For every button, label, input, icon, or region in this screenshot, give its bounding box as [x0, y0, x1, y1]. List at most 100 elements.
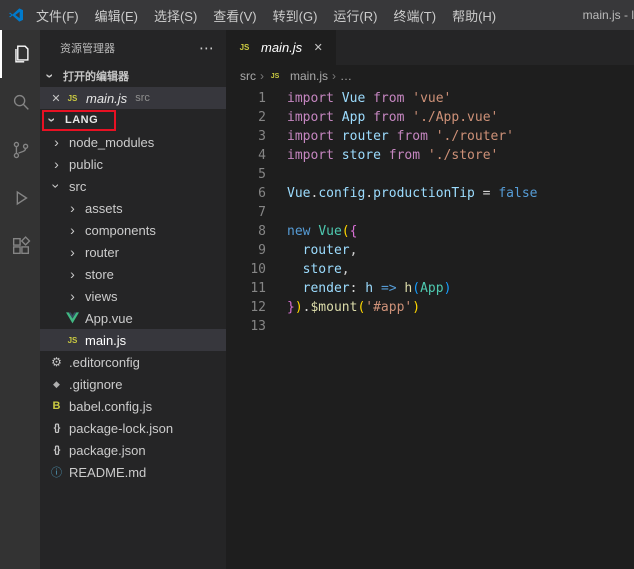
code-line-5[interactable]: 5: [226, 165, 634, 184]
json-icon: {}: [53, 422, 61, 434]
menu-item-3[interactable]: 查看(V): [205, 0, 264, 30]
code-line-8[interactable]: 8 new Vue({: [226, 222, 634, 241]
code-line-2[interactable]: 2 import App from './App.vue': [226, 108, 634, 127]
activity-extensions-button[interactable]: [0, 222, 40, 270]
line-number: 11: [250, 281, 266, 296]
breadcrumb-symbol[interactable]: …: [340, 69, 352, 83]
tree-item-label: README.md: [69, 464, 147, 480]
window-title: main.js - l: [582, 8, 634, 22]
code-line-11[interactable]: 11 render: h => h(App): [226, 279, 634, 298]
tree-item-label: assets: [85, 200, 123, 216]
close-icon[interactable]: ✕: [310, 41, 326, 54]
json-icon: {}: [53, 444, 61, 456]
info-icon: ⓘ: [51, 467, 62, 479]
tree-item-label: package-lock.json: [69, 420, 174, 436]
tab-main-js[interactable]: JS main.js ✕: [226, 30, 337, 65]
run-debug-icon: [16, 190, 28, 206]
tree-item-label: public: [69, 156, 103, 172]
vue-icon: [64, 312, 81, 324]
chevron-right-icon: ›: [70, 266, 75, 282]
menu-item-2[interactable]: 选择(S): [146, 0, 205, 30]
git-branch-icon: [13, 141, 29, 159]
menu-item-4[interactable]: 转到(G): [265, 0, 326, 30]
line-number: 13: [250, 319, 266, 334]
annotation-box: › LANG: [42, 109, 117, 131]
tree-item-label: views: [85, 288, 118, 304]
tab-bar: JS main.js ✕: [226, 30, 634, 65]
breadcrumb-file[interactable]: main.js: [290, 69, 328, 83]
line-number: 3: [258, 129, 266, 144]
sidebar-header: 资源管理器 ⋯: [40, 30, 226, 65]
tree-item-label: main.js: [85, 332, 127, 348]
tree-item-babel.config.js[interactable]: Bbabel.config.js: [40, 395, 226, 417]
activity-search-button[interactable]: [0, 78, 40, 126]
editor-area: JS main.js ✕ src › JS main.js › … 1 impor…: [226, 30, 634, 569]
tree-item-store[interactable]: › store: [40, 263, 226, 285]
menu-item-5[interactable]: 运行(R): [325, 0, 385, 30]
menu-item-1[interactable]: 编辑(E): [87, 0, 146, 30]
code-line-13[interactable]: 13: [226, 317, 634, 336]
line-number: 7: [258, 205, 266, 220]
code-line-3[interactable]: 3 import router from './router': [226, 127, 634, 146]
menu-item-7[interactable]: 帮助(H): [444, 0, 504, 30]
activity-bar: [0, 30, 40, 569]
tree-item-label: babel.config.js: [69, 398, 153, 414]
tree-item-router[interactable]: › router: [40, 241, 226, 263]
chevron-right-icon: ›: [54, 156, 59, 172]
open-editor-detail: src: [135, 92, 150, 104]
open-editors-header[interactable]: › 打开的编辑器: [40, 65, 226, 87]
code-area[interactable]: 1 import Vue from 'vue' 2 import App from '…: [226, 87, 634, 569]
code-line-6[interactable]: 6 Vue.config.productionTip = false: [226, 184, 634, 203]
breadcrumb-folder[interactable]: src: [240, 69, 256, 83]
line-number: 9: [258, 243, 266, 258]
file-tree: › node_modules › public › src › assets › componen…: [40, 131, 226, 569]
code-line-12[interactable]: 12}).$mount('#app'): [226, 298, 634, 317]
more-actions-icon[interactable]: ⋯: [199, 39, 214, 57]
code-line-4[interactable]: 4 import store from './store': [226, 146, 634, 165]
code-line-10[interactable]: 10 store,: [226, 260, 634, 279]
tree-item-README.md[interactable]: ⓘ README.md: [40, 461, 226, 483]
tree-item-label: src: [69, 178, 87, 194]
line-number: 12: [250, 300, 266, 315]
breadcrumb: src › JS main.js › …: [226, 65, 634, 87]
code-line-9[interactable]: 9 router,: [226, 241, 634, 260]
title-bar: 文件(F) 编辑(E) 选择(S) 查看(V) 转到(G) 运行(R) 终端(T) 帮助(H)…: [0, 0, 634, 30]
gear-icon: ⚙: [51, 355, 62, 369]
close-icon[interactable]: ✕: [48, 92, 64, 105]
js-icon: JS: [67, 335, 78, 345]
search-icon: [13, 94, 29, 110]
tree-item-label: package.json: [69, 442, 146, 458]
activity-source-control-button[interactable]: [0, 126, 40, 174]
tree-item-components[interactable]: › components: [40, 219, 226, 241]
tree-item-views[interactable]: › views: [40, 285, 226, 307]
chevron-right-icon: ›: [54, 134, 59, 150]
activity-explorer-button[interactable]: [0, 30, 40, 78]
menu-item-0[interactable]: 文件(F): [28, 0, 87, 30]
js-icon: JS: [239, 43, 250, 52]
code-line-1[interactable]: 1 import Vue from 'vue': [226, 89, 634, 108]
code-line-7[interactable]: 7: [226, 203, 634, 222]
tree-item-.gitignore[interactable]: ◆ .gitignore: [40, 373, 226, 395]
workspace-root[interactable]: › LANG: [40, 109, 226, 131]
tree-item-label: node_modules: [69, 134, 155, 150]
files-icon: [15, 45, 29, 63]
tree-item-.editorconfig[interactable]: ⚙ .editorconfig: [40, 351, 226, 373]
tree-item-package.json[interactable]: {} package.json: [40, 439, 226, 461]
open-editors-label: 打开的编辑器: [63, 71, 129, 83]
chevron-down-icon: ›: [48, 183, 65, 189]
activity-run-debug-button[interactable]: [0, 174, 40, 222]
line-number: 6: [258, 186, 266, 201]
tree-item-assets[interactable]: › assets: [40, 197, 226, 219]
tree-item-main.js[interactable]: JS main.js: [40, 329, 226, 351]
open-editor-name: main.js: [86, 90, 128, 106]
tree-item-src[interactable]: › src: [40, 175, 226, 197]
menu-item-6[interactable]: 终端(T): [385, 0, 444, 30]
open-editor-item[interactable]: ✕ JS main.js src: [40, 87, 226, 109]
chevron-right-icon: ›: [260, 69, 264, 83]
vscode-window: 文件(F) 编辑(E) 选择(S) 查看(V) 转到(G) 运行(R) 终端(T) 帮助(H)…: [0, 0, 634, 569]
tree-item-node_modules[interactable]: › node_modules: [40, 131, 226, 153]
tree-item-package-lock.json[interactable]: {} package-lock.json: [40, 417, 226, 439]
tree-item-App.vue[interactable]: App.vue: [40, 307, 226, 329]
tree-item-public[interactable]: › public: [40, 153, 226, 175]
tree-item-label: App.vue: [85, 310, 133, 326]
